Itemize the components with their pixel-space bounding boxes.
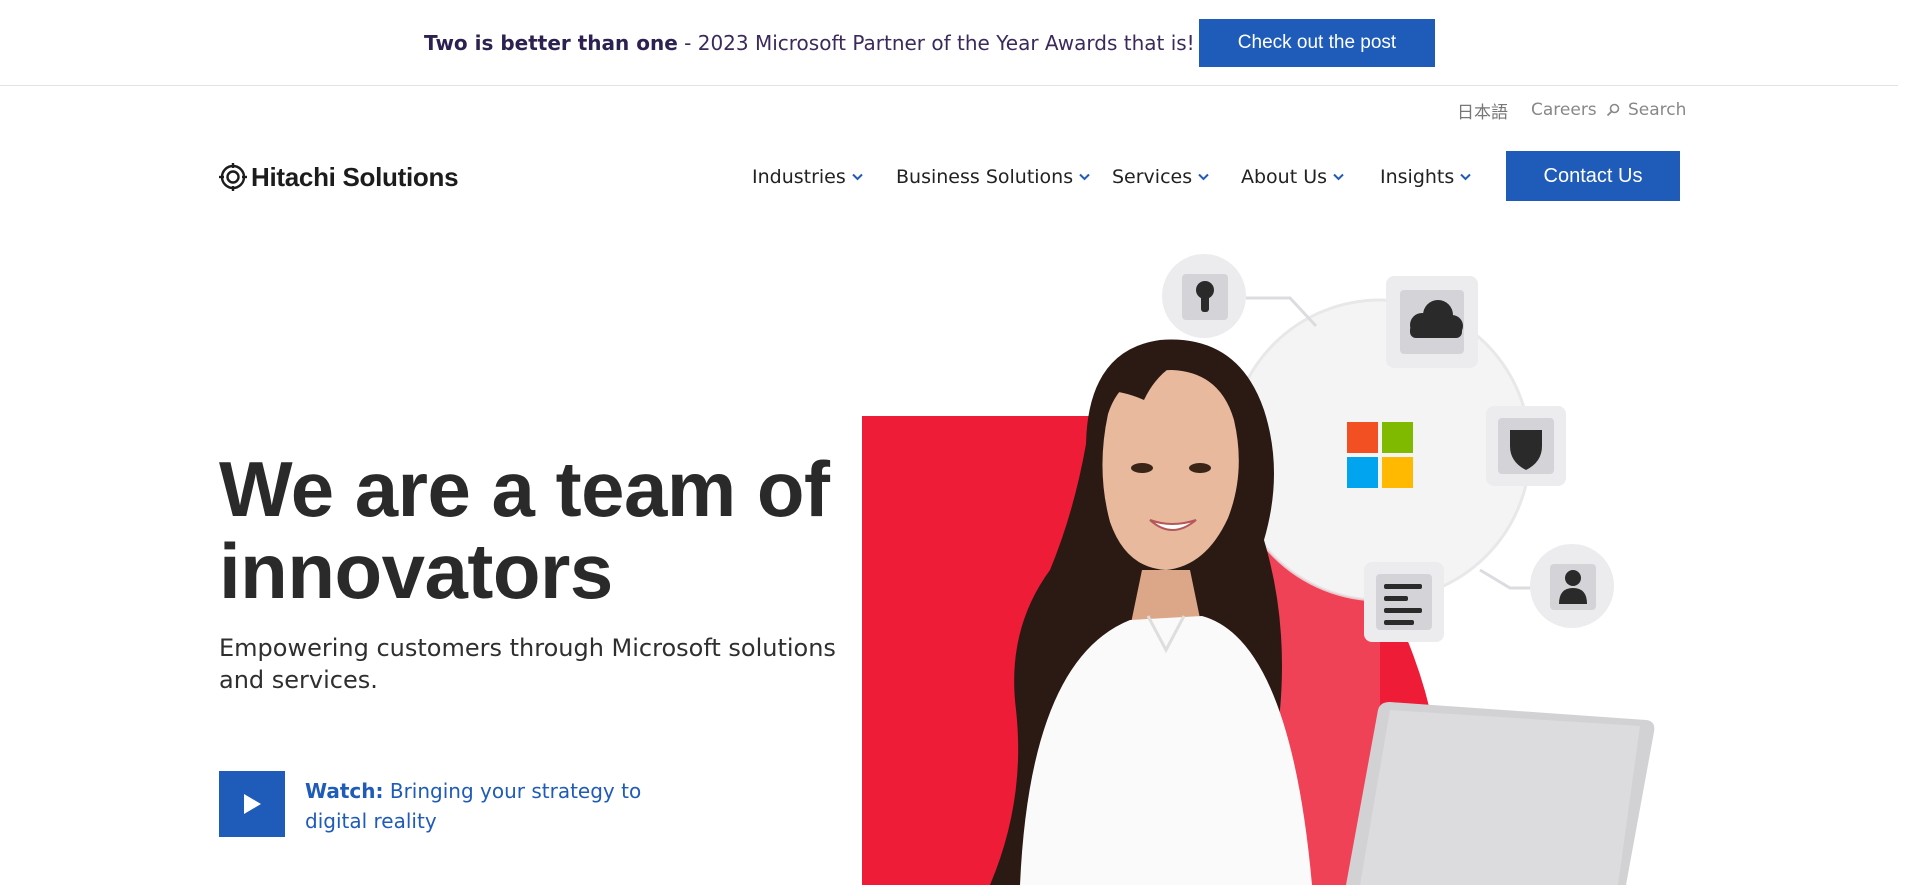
banner-bold-text: Two is better than one: [424, 31, 678, 55]
announcement-banner: Two is better than one - 2023 Microsoft …: [0, 0, 1898, 86]
language-link[interactable]: 日本語: [1457, 98, 1508, 123]
diagram-ring: [1228, 298, 1532, 602]
watch-label: Watch:: [305, 779, 384, 803]
check-out-post-button[interactable]: Check out the post: [1199, 19, 1435, 67]
careers-link[interactable]: Careers: [1531, 98, 1597, 122]
banner-message: Two is better than one - 2023 Microsoft …: [424, 31, 1195, 55]
contact-us-button[interactable]: Contact Us: [1506, 151, 1680, 201]
nav-label: Industries: [752, 166, 846, 188]
banner-text: - 2023 Microsoft Partner of the Year Awa…: [677, 31, 1195, 55]
hitachi-solutions-logo[interactable]: Hitachi Solutions: [219, 160, 459, 194]
watch-video-link[interactable]: Watch: Bringing your strategy to digital…: [305, 776, 685, 836]
search-link[interactable]: Search: [1606, 98, 1686, 122]
chevron-down-icon: [1079, 173, 1090, 181]
nav-label: Services: [1112, 166, 1193, 188]
search-label: Search: [1628, 100, 1687, 120]
chevron-down-icon: [852, 173, 863, 181]
watch-video-button[interactable]: [219, 771, 285, 837]
nav-item-services[interactable]: Services: [1112, 163, 1209, 191]
nav-label: Insights: [1380, 166, 1455, 188]
nav-label: About Us: [1241, 166, 1328, 188]
chevron-down-icon: [1460, 173, 1471, 181]
hitachi-logo-icon: [219, 163, 247, 191]
nav-label: Business Solutions: [896, 166, 1074, 188]
nav-item-business-solutions[interactable]: Business Solutions: [896, 163, 1090, 191]
search-icon: [1606, 103, 1620, 117]
nav-item-insights[interactable]: Insights: [1380, 163, 1471, 191]
laptop-lid: [1360, 710, 1640, 885]
chevron-down-icon: [1333, 173, 1344, 181]
hero-illustration-graphic: [862, 254, 1655, 885]
chevron-down-icon: [1198, 173, 1209, 181]
nav-item-about-us[interactable]: About Us: [1241, 163, 1344, 191]
hero-illustration: [860, 240, 1900, 885]
play-icon: [244, 794, 261, 814]
logo-text: Hitachi Solutions: [251, 161, 459, 192]
hero-title: We are a team of innovators: [219, 445, 830, 615]
hero-subtitle: Empowering customers through Microsoft s…: [219, 634, 836, 694]
nav-item-industries[interactable]: Industries: [752, 163, 863, 191]
